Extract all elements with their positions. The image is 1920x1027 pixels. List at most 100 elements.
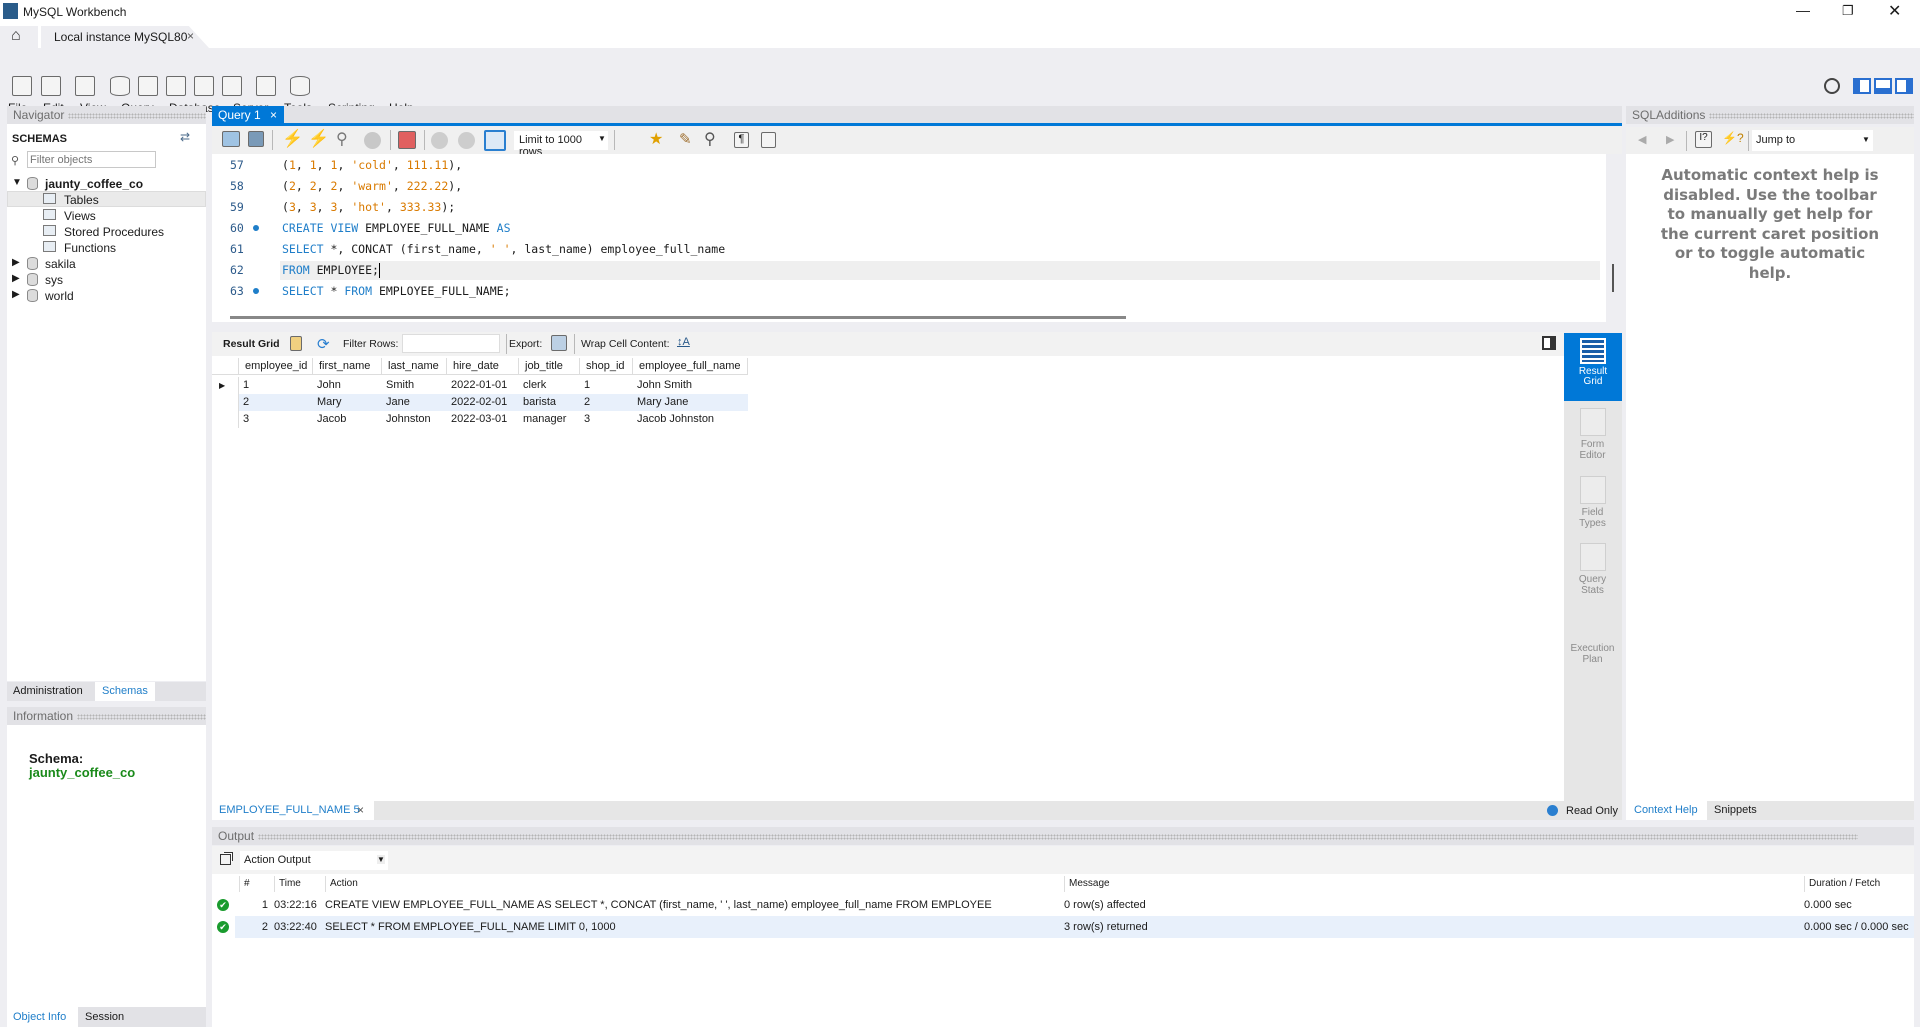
grid-cell[interactable]: Smith [382,377,447,394]
grid-cell[interactable]: 2 [580,394,633,411]
reconnect-icon[interactable] [290,76,310,96]
column-header-job_title[interactable]: job_title [519,358,580,375]
tree-item-functions[interactable]: Functions [64,241,116,255]
autocommit-toggle-icon[interactable] [484,130,506,151]
grid-cell[interactable]: 2022-01-01 [447,377,519,394]
minimize-button[interactable]: — [1796,2,1810,18]
grid-cell[interactable]: 1 [239,377,313,394]
create-procedure-icon[interactable] [194,76,214,96]
invisible-chars-icon[interactable]: ¶ [734,132,749,148]
expand-arrow-icon[interactable]: ▼ [12,177,22,188]
grid-cell[interactable]: John [313,377,382,394]
schema-jaunty-coffee-co[interactable]: jaunty_coffee_co [45,177,143,191]
close-tab-icon[interactable]: × [187,29,194,43]
side-tab-execution-plan[interactable]: Execution Plan [1564,612,1621,665]
tab-object-info[interactable]: Object Info [7,1007,78,1027]
refresh-icon[interactable]: ⟳ [317,335,330,353]
auto-context-help-icon[interactable]: ⚡? [1722,131,1744,145]
grid-cell[interactable]: John Smith [633,377,748,394]
column-header-employee_id[interactable]: employee_id [239,358,313,375]
open-sql-script-icon[interactable] [41,76,61,96]
find-icon[interactable]: ⚲ [704,129,716,149]
add-snippet-icon[interactable]: ★ [649,129,663,149]
output-column-header[interactable]: Action [325,876,1060,892]
side-tab-form-editor[interactable]: Form Editor [1564,408,1621,461]
grid-cell[interactable]: clerk [519,377,580,394]
side-tab-field-types[interactable]: Field Types [1564,476,1621,529]
tab-administration[interactable]: Administration [7,682,89,701]
close-tab-icon[interactable]: × [357,803,364,817]
toggle-secondary-sidebar-icon[interactable] [1895,78,1913,94]
tab-session[interactable]: Session [85,1007,124,1027]
filter-objects-input[interactable] [27,151,156,168]
column-header-hire_date[interactable]: hire_date [447,358,519,375]
column-header-shop_id[interactable]: shop_id [580,358,633,375]
row-header[interactable] [212,394,239,411]
restore-button[interactable]: ❐ [1842,3,1854,19]
toggle-result-panel-icon[interactable] [1542,336,1556,350]
output-column-header[interactable]: Duration / Fetch [1804,876,1914,892]
grid-columns-icon[interactable] [290,336,302,351]
sql-editor[interactable]: 57 (1, 1, 1, 'cold', 111.11), 58 (2, 2, 2, … [212,154,1606,322]
grid-cell[interactable]: Jacob Johnston [633,411,748,428]
output-column-header[interactable]: Message [1064,876,1800,892]
editor-vertical-scrollbar[interactable] [1612,264,1614,292]
grid-cell[interactable]: 2022-03-01 [447,411,519,428]
toggle-sidebar-icon[interactable] [1853,78,1871,94]
output-row-action[interactable]: CREATE VIEW EMPLOYEE_FULL_NAME AS SELECT… [325,894,1064,916]
create-table-icon[interactable] [138,76,158,96]
column-header-first_name[interactable]: first_name [313,358,382,375]
toggle-output-icon[interactable] [1874,78,1892,94]
output-column-header[interactable]: # [239,876,270,892]
grid-cell[interactable]: Jacob [313,411,382,428]
schema-world[interactable]: world [45,289,74,303]
new-sql-tab-icon[interactable] [12,76,32,96]
row-header[interactable]: ▶ [212,377,239,394]
query-1-tab[interactable]: Query 1 × [212,106,284,124]
limit-rows-select[interactable]: Limit to 1000 rows ▼ [514,131,608,158]
schema-inspector-icon[interactable] [75,76,95,96]
column-header-last_name[interactable]: last_name [382,358,447,375]
grid-cell[interactable]: Johnston [382,411,447,428]
copy-output-icon[interactable] [220,854,231,865]
wrap-cell-content-icon[interactable]: ↕A [677,336,690,348]
connection-tab[interactable]: Local instance MySQL80 × [41,26,209,48]
grid-cell[interactable]: Mary Jane [633,394,748,411]
rollback-icon[interactable] [458,132,475,149]
stop-icon[interactable] [364,132,381,149]
preferences-icon[interactable] [1824,78,1840,94]
editor-horizontal-scrollbar[interactable] [230,316,1126,319]
grid-cell[interactable]: 3 [580,411,633,428]
grid-cell[interactable]: barista [519,394,580,411]
row-header[interactable] [212,411,239,428]
create-view-icon[interactable] [166,76,186,96]
expand-arrow-icon[interactable]: ▶ [12,289,20,300]
expand-arrow-icon[interactable]: ▶ [12,273,20,284]
back-icon[interactable]: ◀ [1638,133,1646,146]
refresh-schemas-icon[interactable]: ⇄ [180,130,190,144]
side-tab-query-stats[interactable]: Query Stats [1564,543,1621,596]
output-column-header[interactable]: Time [274,876,321,892]
home-tab[interactable]: ⌂ [0,26,38,48]
execute-current-icon[interactable]: ⚡ [308,129,329,149]
grid-cell[interactable]: Jane [382,394,447,411]
grid-cell[interactable]: manager [519,411,580,428]
beautify-icon[interactable]: ✎ [679,130,692,148]
schema-sys[interactable]: sys [45,273,63,287]
tab-snippets[interactable]: Snippets [1714,801,1757,820]
tree-item-views[interactable]: Views [64,209,96,223]
create-schema-icon[interactable] [110,76,130,96]
open-file-icon[interactable] [222,131,240,147]
column-header-employee_full_name[interactable]: employee_full_name [633,358,748,375]
forward-icon[interactable]: ▶ [1666,133,1674,146]
tab-context-help[interactable]: Context Help [1626,801,1707,820]
grid-cell[interactable]: 3 [239,411,313,428]
word-wrap-icon[interactable] [761,132,776,148]
result-tab[interactable]: EMPLOYEE_FULL_NAME 5 × [212,801,374,820]
jump-to-select[interactable]: Jump to ▼ [1752,130,1873,151]
result-grid[interactable]: employee_id first_name last_name hire_date j… [212,356,1564,801]
close-window-button[interactable]: ✕ [1888,1,1901,21]
commit-icon[interactable] [431,132,448,149]
save-icon[interactable] [248,131,264,147]
tree-item-stored-procedures[interactable]: Stored Procedures [64,225,164,239]
